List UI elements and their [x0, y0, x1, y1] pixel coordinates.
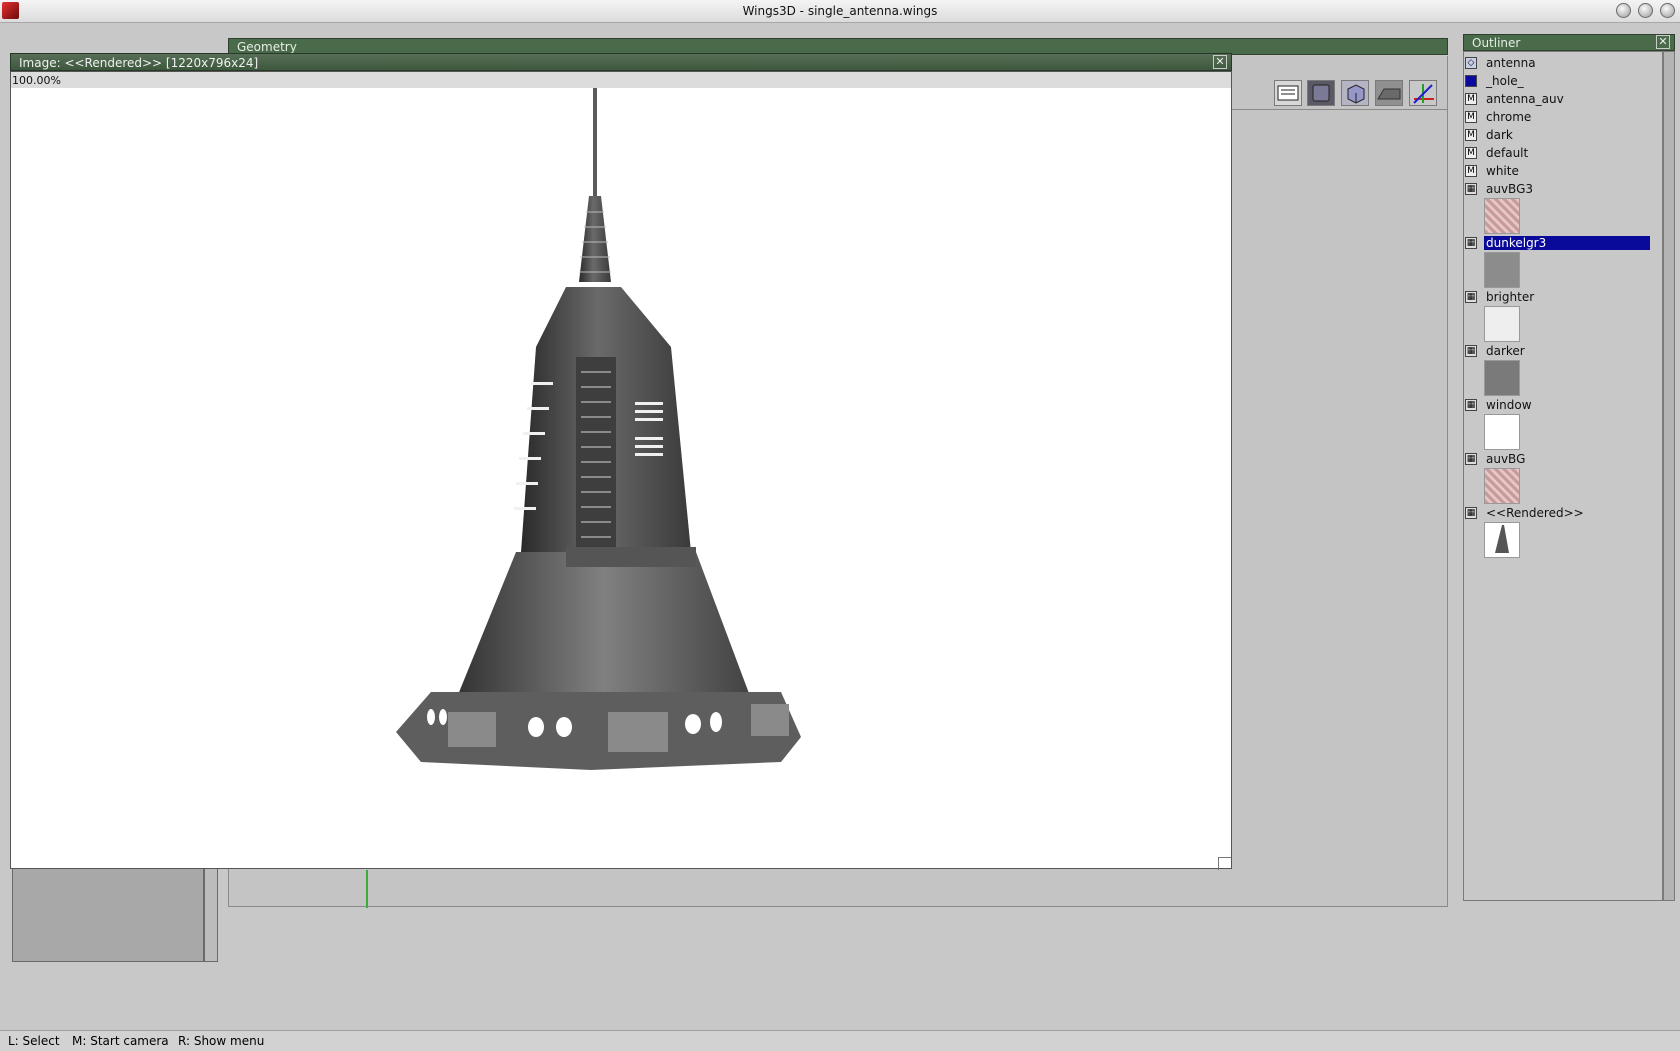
outliner-item-rendered[interactable]: ▦ <<Rendered>>	[1465, 505, 1665, 522]
outliner-item-brighter[interactable]: ▦ brighter	[1465, 289, 1665, 306]
maximize-button[interactable]	[1638, 3, 1653, 18]
window-thumbnail[interactable]	[1484, 414, 1520, 450]
rendered-thumbnail[interactable]	[1484, 522, 1520, 558]
hole-color-swatch-icon	[1465, 75, 1477, 87]
material-icon: M	[1465, 93, 1477, 105]
outliner-close-icon[interactable]: ✕	[1656, 35, 1670, 49]
zoom-level: 100.00%	[12, 74, 61, 87]
zoom-strip	[11, 72, 1231, 88]
darker-thumbnail[interactable]	[1484, 360, 1520, 396]
geometry-title-label: Geometry	[237, 40, 297, 54]
outliner-item-label: dark	[1486, 128, 1513, 142]
outliner-item-hole[interactable]: _hole_	[1465, 73, 1665, 90]
image-icon: ▦	[1465, 345, 1477, 357]
image-icon: ▦	[1465, 453, 1477, 465]
outliner-title-label: Outliner	[1472, 36, 1521, 50]
minimize-button[interactable]	[1616, 3, 1631, 18]
status-bar: L: Select M: Start camera R: Show menu	[0, 1030, 1680, 1051]
material-icon: M	[1465, 147, 1477, 159]
object-icon: ◇	[1465, 57, 1477, 69]
app-title-bar: Wings3D - single_antenna.wings	[0, 0, 1680, 23]
auvbg3-thumbnail[interactable]	[1484, 198, 1520, 234]
outliner-item-label: antenna	[1486, 56, 1536, 70]
resize-grip-icon[interactable]	[1218, 857, 1231, 870]
outliner-item-label: white	[1486, 164, 1519, 178]
axes-icon[interactable]	[1409, 80, 1437, 106]
status-middle-click: M: Start camera	[72, 1034, 169, 1048]
image-window-title[interactable]: Image: <<Rendered>> [1220x796x24]	[10, 53, 1232, 71]
image-icon: ▦	[1465, 183, 1477, 195]
outliner-title[interactable]: Outliner	[1463, 34, 1675, 51]
outliner-item-darker[interactable]: ▦ darker	[1465, 343, 1665, 360]
image-icon: ▦	[1465, 237, 1477, 249]
wireframe-cube-icon[interactable]	[1341, 80, 1369, 106]
left-panel-scrollbar[interactable]	[204, 868, 218, 962]
outliner-item-label: brighter	[1486, 290, 1535, 304]
outliner-item-antenna[interactable]: ◇ antenna	[1465, 55, 1665, 72]
outliner-item-white[interactable]: M white	[1465, 163, 1665, 180]
status-right-click: R: Show menu	[178, 1034, 265, 1048]
workmode-icon[interactable]	[1274, 80, 1302, 106]
outliner-item-label: window	[1486, 398, 1532, 412]
outliner-item-label: darker	[1486, 344, 1525, 358]
outliner-item-label: chrome	[1486, 110, 1532, 124]
outliner-item-default[interactable]: M default	[1465, 145, 1665, 162]
outliner-item-label: _hole_	[1486, 74, 1524, 88]
image-window-title-label: Image: <<Rendered>> [1220x796x24]	[19, 56, 259, 70]
outliner-item-antenna-auv[interactable]: M antenna_auv	[1465, 91, 1665, 108]
outliner-item-label: dunkelgr3	[1484, 236, 1650, 250]
outliner-item-label: <<Rendered>>	[1486, 506, 1584, 520]
image-window-close-icon[interactable]: ✕	[1213, 55, 1227, 69]
outliner-item-dunkelgr3[interactable]: ▦ dunkelgr3	[1465, 235, 1665, 252]
rendered-image	[10, 71, 1232, 869]
outliner-item-auvbg[interactable]: ▦ auvBG	[1465, 451, 1665, 468]
outliner-item-dark[interactable]: M dark	[1465, 127, 1665, 144]
outliner-item-label: default	[1486, 146, 1529, 160]
material-icon: M	[1465, 129, 1477, 141]
smooth-shade-icon[interactable]	[1307, 80, 1335, 106]
image-icon: ▦	[1465, 399, 1477, 411]
outliner-item-label: auvBG	[1486, 452, 1526, 466]
outliner-item-window[interactable]: ▦ window	[1465, 397, 1665, 414]
auvbg-thumbnail[interactable]	[1484, 468, 1520, 504]
image-icon: ▦	[1465, 507, 1477, 519]
outliner-item-label: antenna_auv	[1486, 92, 1564, 106]
dunkelgr3-thumbnail[interactable]	[1484, 252, 1520, 288]
close-button[interactable]	[1660, 3, 1675, 18]
left-panel[interactable]	[12, 868, 204, 962]
material-icon: M	[1465, 165, 1477, 177]
status-left-click: L: Select	[8, 1034, 60, 1048]
y-axis-line	[366, 870, 368, 908]
brighter-thumbnail[interactable]	[1484, 306, 1520, 342]
image-icon: ▦	[1465, 291, 1477, 303]
ground-plane-icon[interactable]	[1375, 80, 1403, 106]
window-title: Wings3D - single_antenna.wings	[742, 4, 938, 18]
antenna-render	[396, 72, 801, 770]
outliner-item-auvbg3[interactable]: ▦ auvBG3	[1465, 181, 1665, 198]
material-icon: M	[1465, 111, 1477, 123]
outliner-item-label: auvBG3	[1486, 182, 1534, 196]
outliner-item-chrome[interactable]: M chrome	[1465, 109, 1665, 126]
